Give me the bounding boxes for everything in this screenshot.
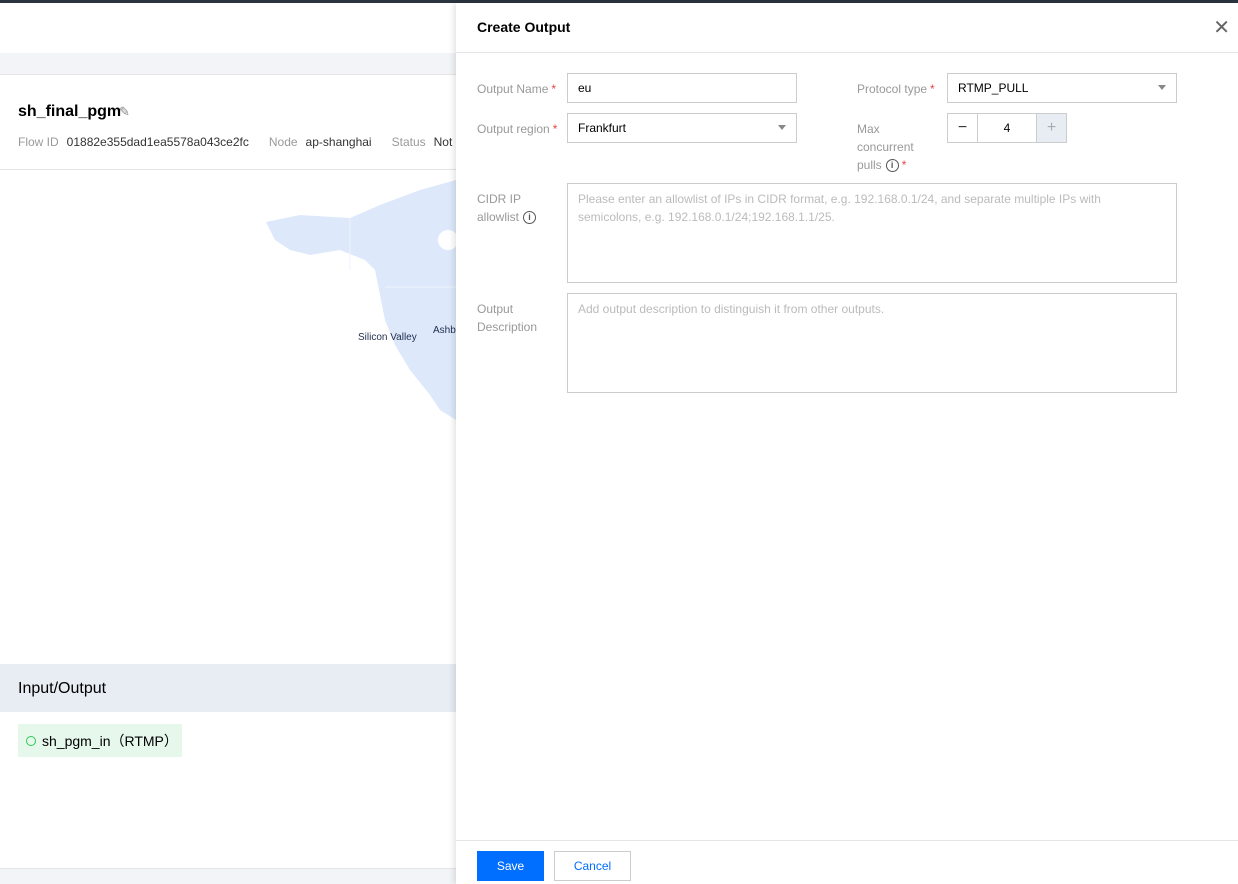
- label-text: Protocol type: [857, 82, 928, 96]
- region-value: Frankfurt: [578, 121, 627, 135]
- node: ap-shanghai: [305, 135, 372, 149]
- description-label: Output Description: [477, 300, 537, 336]
- label-text: Output Name: [477, 82, 549, 96]
- flow-id: 01882e355dad1ea5578a043ce2fc: [66, 135, 249, 149]
- required-mark: *: [901, 158, 907, 172]
- input-item[interactable]: sh_pgm_in（RTMP）: [18, 724, 182, 757]
- background-band: [0, 53, 456, 74]
- label-line: pulls: [857, 158, 882, 172]
- label-line: Output: [477, 302, 514, 316]
- info-icon[interactable]: i: [523, 211, 537, 225]
- required-mark: *: [552, 122, 558, 136]
- create-output-drawer: Create Output ✕ Output Name * eu Protocol…: [456, 3, 1238, 884]
- flow-title: sh_final_pgm: [18, 103, 122, 120]
- output-description-textarea[interactable]: Add output description to distinguish it…: [567, 293, 1177, 393]
- label-text: Output region: [477, 122, 550, 136]
- status-dot-icon: [26, 735, 36, 746]
- drawer-title: Create Output: [477, 19, 571, 35]
- flow-header: sh_final_pgm ✎ Flow ID 01882e355dad1ea55…: [0, 74, 462, 170]
- label-line: Max: [857, 122, 880, 136]
- protocol-value: RTMP_PULL: [958, 81, 1029, 95]
- max-pulls-value[interactable]: 4: [978, 114, 1036, 142]
- label-line: Description: [477, 320, 538, 334]
- cidr-label: CIDR IP allowlist i: [477, 190, 537, 226]
- required-mark: *: [930, 82, 935, 96]
- increment-button[interactable]: +: [1036, 114, 1066, 142]
- divider: [456, 840, 1238, 841]
- caret-down-icon: [1158, 85, 1166, 90]
- input-item-label: sh_pgm_in（RTMP）: [42, 732, 178, 749]
- required-mark: *: [551, 82, 557, 96]
- info-icon[interactable]: i: [885, 159, 899, 173]
- max-pulls-label: Max concurrent pulls i *: [857, 120, 914, 174]
- divider: [456, 52, 1238, 53]
- world-map: Silicon Valley Ashb: [0, 170, 458, 664]
- label-line: CIDR IP: [477, 192, 522, 206]
- output-name-label: Output Name *: [477, 80, 556, 98]
- caret-down-icon: [778, 125, 786, 130]
- close-icon[interactable]: ✕: [1213, 15, 1230, 40]
- label-line: concurrent: [857, 140, 914, 154]
- cidr-allowlist-textarea[interactable]: Please enter an allowlist of IPs in CIDR…: [567, 183, 1177, 283]
- max-pulls-stepper: − 4 +: [947, 113, 1067, 143]
- status-label: Status: [391, 135, 426, 149]
- label-line: allowlist: [477, 210, 520, 224]
- edit-icon[interactable]: ✎: [119, 104, 130, 120]
- io-title: Input/Output: [18, 680, 107, 697]
- decrement-button[interactable]: −: [948, 114, 978, 142]
- save-button[interactable]: Save: [477, 851, 544, 881]
- background-band-bottom: [0, 868, 456, 884]
- map-label-silicon-valley: Silicon Valley: [358, 332, 417, 343]
- protocol-type-label: Protocol type *: [857, 80, 935, 98]
- io-section-header: Input/Output: [0, 664, 456, 712]
- map-shape: Silicon Valley Ashb: [266, 180, 458, 420]
- output-region-label: Output region *: [477, 120, 557, 138]
- flow-id-label: Flow ID: [18, 135, 59, 149]
- node-label: Node: [268, 135, 298, 149]
- output-region-select[interactable]: Frankfurt: [567, 113, 797, 143]
- map-label-ashburn: Ashb: [433, 325, 456, 336]
- output-name-input[interactable]: eu: [567, 73, 797, 103]
- cancel-button[interactable]: Cancel: [554, 851, 631, 881]
- flow-meta: Flow ID 01882e355dad1ea5578a043ce2fc Nod…: [18, 135, 482, 149]
- protocol-type-select[interactable]: RTMP_PULL: [947, 73, 1177, 103]
